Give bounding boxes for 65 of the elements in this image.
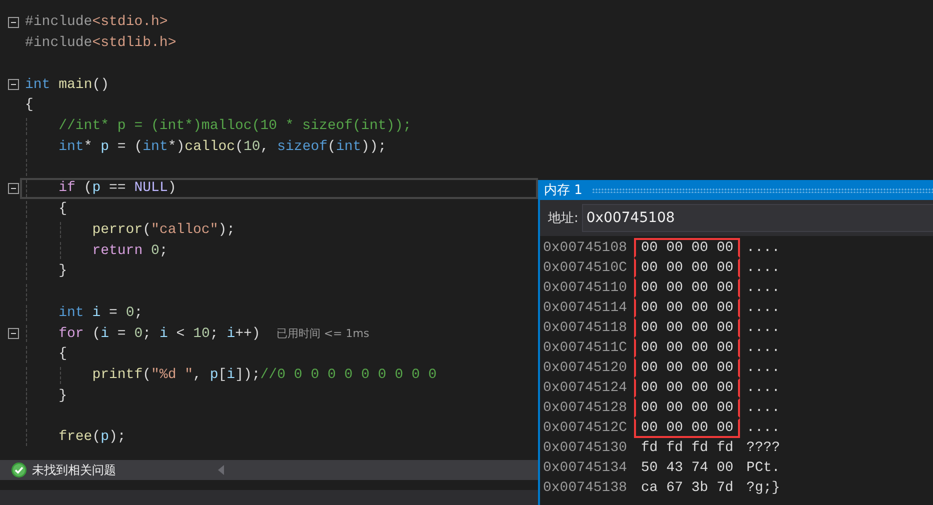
memory-bytes: 00 00 00 00 xyxy=(641,300,734,316)
status-message: 未找到相关问题 xyxy=(32,462,116,478)
memory-bytes: 00 00 00 00 xyxy=(641,260,734,276)
memory-ascii: .... xyxy=(746,239,780,258)
memory-bytes: ca 67 3b 7d xyxy=(641,480,734,496)
memory-ascii: .... xyxy=(746,319,780,338)
memory-address: 0x00745120 xyxy=(542,359,628,378)
code-line: int* p = (int*)calloc(10, sizeof(int)); xyxy=(58,138,386,155)
collapse-icon[interactable] xyxy=(8,79,19,90)
elapsed-time-hint: 已用时间 <= 1ms xyxy=(276,326,370,342)
memory-address: 0x00745110 xyxy=(542,279,628,298)
window-title: 内存 1 xyxy=(544,182,582,199)
memory-ascii: .... xyxy=(746,339,780,358)
memory-ascii: .... xyxy=(746,279,780,298)
code-line: } xyxy=(58,388,67,404)
memory-bytes: 50 43 74 00 xyxy=(641,460,734,476)
memory-address: 0x00745134 xyxy=(542,459,628,478)
collapse-icon[interactable] xyxy=(8,328,19,340)
memory-address: 0x00745128 xyxy=(542,399,628,418)
memory-bytes: 00 00 00 00 xyxy=(641,420,734,436)
memory-address: 0x00745124 xyxy=(542,379,628,398)
memory-ascii: .... xyxy=(746,399,780,418)
collapse-icon[interactable] xyxy=(8,182,19,194)
code-line: { xyxy=(58,346,67,362)
memory-ascii: ?g;} xyxy=(746,479,780,498)
memory-ascii: .... xyxy=(746,259,780,278)
memory-bytes: fd fd fd fd xyxy=(641,440,734,456)
memory-ascii: .... xyxy=(746,299,780,318)
code-line: { xyxy=(25,97,34,114)
memory-bytes: 00 00 00 00 xyxy=(641,280,734,296)
code-line: int main() xyxy=(25,76,110,93)
code-line: //int* p = (int*)malloc(10 * sizeof(int)); xyxy=(58,118,412,134)
code-line: #include<stdio.h> xyxy=(25,14,168,30)
memory-bytes: 00 00 00 00 xyxy=(641,320,734,336)
memory-address: 0x0074512C xyxy=(542,419,628,438)
memory-ascii: .... xyxy=(746,419,780,438)
memory-address: 0x0074510C xyxy=(542,259,628,278)
code-line: printf("%d ", p[i]);//0 0 0 0 0 0 0 0 0 0 xyxy=(92,367,437,384)
memory-ascii: ???? xyxy=(746,439,780,458)
code-line: } xyxy=(58,263,67,280)
memory-address: 0x0074511C xyxy=(542,339,628,358)
code-line: #include<stdlib.h> xyxy=(25,35,176,52)
address-label: 地址: xyxy=(548,210,578,227)
memory-ascii: PCt. xyxy=(746,459,780,478)
code-line: if (p == NULL) xyxy=(58,180,176,196)
memory-address: 0x00745108 xyxy=(542,239,628,258)
memory-bytes: 00 00 00 00 xyxy=(641,360,734,376)
collapse-icon[interactable] xyxy=(8,16,19,28)
code-line: int i = 0; xyxy=(58,304,143,321)
memory-bytes: 00 00 00 00 xyxy=(641,400,734,416)
memory-address: 0x00745118 xyxy=(542,319,628,338)
memory-address: 0x00745138 xyxy=(542,479,628,498)
memory-bytes: 00 00 00 00 xyxy=(641,380,734,396)
code-line: return 0; xyxy=(92,242,168,259)
memory-address: 0x00745130 xyxy=(542,439,628,458)
code-line: { xyxy=(58,201,67,218)
memory-bytes: 00 00 00 00 xyxy=(641,240,734,256)
address-field[interactable]: 0x00745108 xyxy=(582,204,933,232)
code-line: for (i = 0; i < 10; i++) xyxy=(58,326,260,342)
memory-ascii: .... xyxy=(746,359,780,378)
memory-ascii: .... xyxy=(746,379,780,398)
code-line: perror("calloc"); xyxy=(92,222,236,238)
code-line: free(p); xyxy=(58,429,126,446)
memory-bytes: 00 00 00 00 xyxy=(641,340,734,356)
memory-address: 0x00745114 xyxy=(542,299,628,318)
